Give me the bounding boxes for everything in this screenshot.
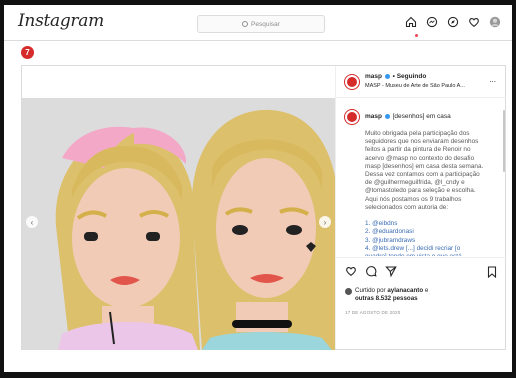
caption-scrollbar[interactable] — [503, 110, 505, 172]
liked-by-suffix: e — [423, 287, 429, 294]
verified-icon — [384, 113, 390, 119]
caption-line: Dessa vez contamos com a participação — [365, 171, 480, 179]
action-icons — [345, 265, 397, 277]
instagram-logo[interactable]: Instagram — [18, 11, 104, 31]
search-icon — [242, 21, 249, 27]
liked-by-prefix: Curtido por — [355, 287, 388, 294]
post-card: ‹ › masp • Seguindo MASP - Museu de Arte… — [21, 65, 507, 350]
caption-avatar[interactable] — [344, 109, 360, 125]
heart-icon[interactable] — [468, 16, 480, 28]
carousel-next-button[interactable]: › — [319, 216, 331, 228]
account-avatar[interactable] — [344, 74, 360, 90]
caption-line: acervo @masp no contexto do desafio — [365, 154, 475, 162]
top-nav: Instagram Pesquisar — [4, 5, 512, 41]
caption-line: @tomastoledo para seleção e escolha. — [365, 187, 476, 195]
caption-line: feitos a partir da pintura de Renoir no — [365, 146, 471, 154]
post-sidebar: masp • Seguindo MASP - Museu de Arte de … — [335, 66, 507, 349]
home-active-indicator — [415, 34, 418, 37]
account-name-row: masp • Seguindo — [365, 73, 426, 80]
caption-line[interactable]: 1. @eibdns — [365, 220, 493, 228]
account-username[interactable]: masp — [365, 73, 382, 80]
caption-username[interactable]: masp — [365, 113, 382, 120]
caption-area: masp [desenhos] em casa Muito obrigada p… — [336, 106, 507, 256]
like-heart-icon[interactable] — [345, 265, 357, 277]
account-subtitle: MASP - Museu de Arte de São Paulo A... — [365, 83, 465, 89]
follow-status[interactable]: • Seguindo — [393, 73, 427, 80]
caption-title: [desenhos] em casa — [392, 113, 451, 120]
comment-icon[interactable] — [365, 265, 377, 277]
caption-line: Aqui nós postamos os 9 trabalhos — [365, 195, 462, 203]
caption-line[interactable]: 3. @jubramdraws — [365, 237, 493, 245]
nav-icons — [405, 16, 501, 28]
messenger-icon[interactable] — [426, 16, 438, 28]
caption-line[interactable]: quadro] tendo em vista o que está — [365, 253, 493, 256]
home-icon[interactable] — [405, 16, 417, 28]
post-image[interactable]: ‹ › — [22, 98, 335, 350]
caption-line: Muito obrigada pela participação dos — [365, 130, 470, 137]
liked-by-user[interactable]: aylanacanto — [387, 287, 423, 294]
carousel-prev-button[interactable]: ‹ — [26, 216, 38, 228]
more-options-icon[interactable]: ... — [489, 75, 496, 84]
caption-header: masp [desenhos] em casa — [365, 113, 451, 120]
save-bookmark-icon[interactable] — [487, 265, 497, 283]
search-placeholder: Pesquisar — [251, 20, 280, 28]
post-actions: Curtido por aylanacanto e outras 8.532 p… — [336, 257, 507, 349]
caption-line: masp [desenhos] em casa desta semana. — [365, 162, 484, 170]
profile-avatar[interactable] — [489, 16, 501, 28]
caption-text: Muito obrigada pela participação dos segu… — [365, 130, 493, 256]
explore-icon[interactable] — [447, 16, 459, 28]
post-header: masp • Seguindo MASP - Museu de Arte de … — [336, 66, 506, 98]
caption-line — [365, 212, 493, 220]
drawing-illustration — [22, 98, 335, 350]
search-input[interactable]: Pesquisar — [197, 15, 325, 33]
verified-icon — [384, 73, 390, 79]
share-icon[interactable] — [385, 265, 397, 277]
post-date[interactable]: 17 DE AGOSTO DE 2020 — [345, 310, 400, 315]
notification-badge[interactable]: 7 — [21, 46, 34, 59]
caption-line[interactable]: 2. @eduardonasi — [365, 228, 493, 236]
caption-line: selecionados com autoria de: — [365, 203, 449, 211]
caption-line: de @guilhermeguilfrida, @l_cndy e — [365, 179, 465, 187]
liked-by-others[interactable]: outras 8.532 pessoas — [355, 295, 418, 302]
caption-line[interactable]: 4. @lets.drew [...] decidi recriar [o — [365, 245, 493, 253]
liked-by: Curtido por aylanacanto e outras 8.532 p… — [345, 287, 428, 303]
liker-avatar[interactable] — [345, 288, 352, 295]
caption-line: seguidores que nos enviaram desenhos — [365, 138, 479, 146]
